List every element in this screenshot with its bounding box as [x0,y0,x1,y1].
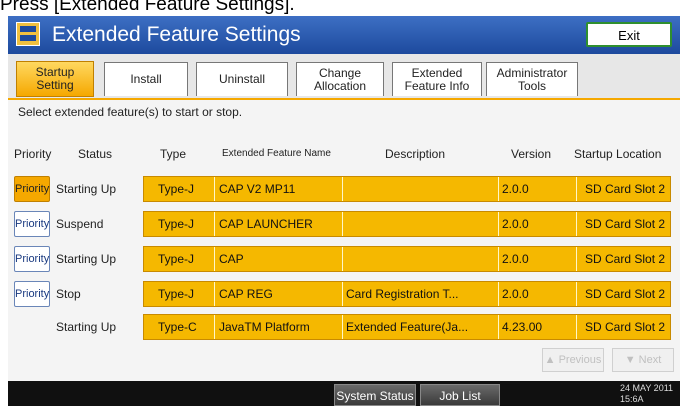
row-description: Extended Feature(Ja... [342,315,498,339]
row-version: 2.0.0 [498,212,566,236]
tab-administrator-tools[interactable]: Administrator Tools [486,62,578,96]
row-description [342,177,498,201]
row-feature-name: CAP REG [214,282,342,306]
row-status: Suspend [56,217,104,231]
row-feature-name: CAP [214,247,342,271]
row-startup-location: SD Card Slot 2 [576,315,672,339]
row-startup-location: SD Card Slot 2 [576,282,672,306]
row-version: 2.0.0 [498,282,566,306]
table-row[interactable]: Type-J CAP REG Card Registration T... 2.… [143,281,671,307]
tab-bar: Startup Setting Install Uninstall Change… [8,54,680,100]
date-time-display: 24 MAY 2011 15:6A [620,383,674,404]
row-feature-name: JavaTM Platform [214,315,342,339]
column-header-priority: Priority [14,147,52,161]
row-status: Starting Up [56,320,117,334]
job-list-button[interactable]: Job List [420,384,500,406]
row-type: Type-J [158,182,195,196]
column-header-status: Status [78,147,113,161]
column-header-description: Description [385,147,446,161]
tab-startup-setting[interactable]: Startup Setting [16,61,94,97]
priority-button[interactable]: Priority [14,176,50,202]
row-type: Type-C [158,320,197,334]
table-row[interactable]: Type-C JavaTM Platform Extended Feature(… [143,314,671,340]
row-status: Starting Up [56,252,117,266]
row-description: Card Registration T... [342,282,498,306]
previous-page-button[interactable]: ▲ Previous [542,348,604,372]
extended-feature-icon [16,22,40,46]
row-feature-name: CAP V2 MP11 [214,177,342,201]
row-version: 4.23.00 [498,315,566,339]
system-status-button[interactable]: System Status [334,384,416,406]
row-description [342,247,498,271]
tab-change-allocation[interactable]: Change Allocation [296,62,384,96]
row-type: Type-J [158,252,195,266]
instruction-caption: Press [Extended Feature Settings]. [0,0,295,15]
column-header-name: Extended Feature Name [222,148,331,159]
next-page-button[interactable]: ▼ Next [612,348,674,372]
priority-button[interactable]: Priority [14,246,50,272]
tab-extended-feature-info[interactable]: Extended Feature Info [392,62,482,96]
device-panel: Extended Feature Settings Exit Startup S… [8,16,680,406]
tab-uninstall[interactable]: Uninstall [196,62,288,96]
title-bar: Extended Feature Settings Exit [8,16,680,54]
column-header-startup-location: Startup Location [574,147,662,161]
row-status: Stop [56,287,81,301]
row-type: Type-J [158,287,195,301]
system-status-bar: System Status Job List 24 MAY 2011 15:6A [8,381,680,406]
row-startup-location: SD Card Slot 2 [576,177,672,201]
page-title: Extended Feature Settings [52,23,301,46]
row-type: Type-J [158,217,195,231]
row-startup-location: SD Card Slot 2 [576,247,672,271]
row-feature-name: CAP LAUNCHER [214,212,342,236]
priority-button[interactable]: Priority [14,281,50,307]
instruction-text: Select extended feature(s) to start or s… [18,105,243,119]
row-version: 2.0.0 [498,247,566,271]
row-status: Starting Up [56,182,117,196]
table-row[interactable]: Type-J CAP V2 MP11 2.0.0 SD Card Slot 2 [143,176,671,202]
exit-button[interactable]: Exit [586,22,672,47]
column-header-type: Type [160,147,187,161]
row-version: 2.0.0 [498,177,566,201]
column-header-version: Version [511,147,552,161]
tab-install[interactable]: Install [104,62,188,96]
row-startup-location: SD Card Slot 2 [576,212,672,236]
row-description [342,212,498,236]
table-row[interactable]: Type-J CAP 2.0.0 SD Card Slot 2 [143,246,671,272]
table-row[interactable]: Type-J CAP LAUNCHER 2.0.0 SD Card Slot 2 [143,211,671,237]
priority-button[interactable]: Priority [14,211,50,237]
